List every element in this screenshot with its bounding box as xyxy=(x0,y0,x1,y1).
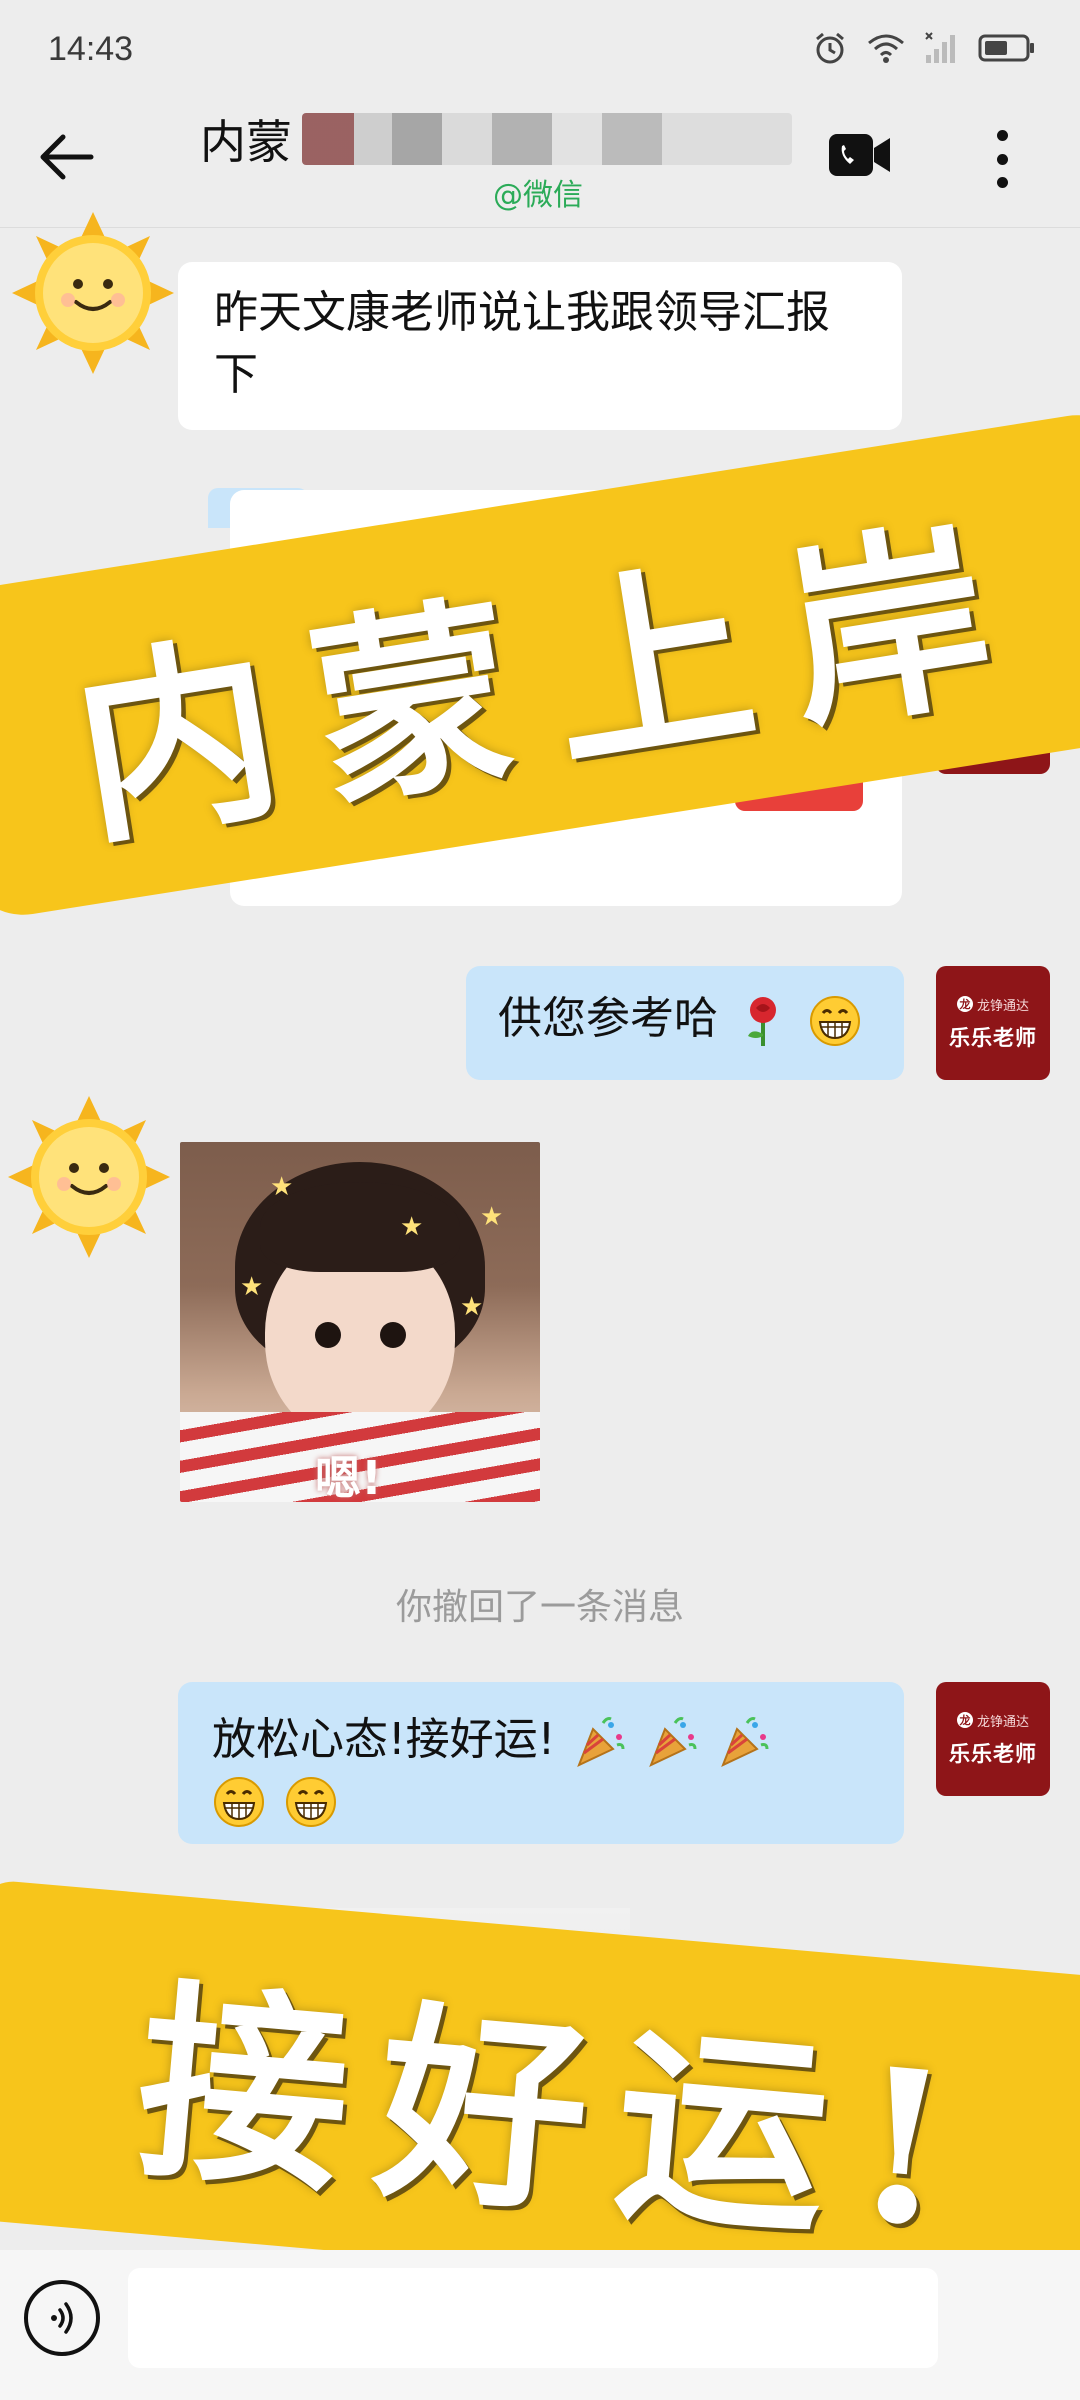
message-bubble-me[interactable]: 放松心态!接好运! xyxy=(178,1682,904,1844)
more-vertical-icon xyxy=(996,130,1008,141)
back-button[interactable] xyxy=(32,122,102,192)
party-popper-icon xyxy=(577,1717,625,1767)
voice-input-button[interactable] xyxy=(24,2280,100,2356)
more-dot xyxy=(996,177,1008,188)
star-icon: ★ xyxy=(400,1212,424,1242)
grin-icon xyxy=(214,1777,264,1827)
more-dot xyxy=(996,153,1008,165)
status-bar: 14:43 xyxy=(0,0,1080,100)
sticker-eye xyxy=(315,1322,341,1348)
message-text: 昨天文康老师说让我跟领导汇报下 xyxy=(214,287,830,400)
star-icon: ★ xyxy=(480,1202,504,1232)
party-popper-icon xyxy=(649,1717,697,1767)
avatar-logo-text: 龙铮通达 xyxy=(976,998,1029,1014)
sticker-eye xyxy=(380,1322,406,1348)
contact-avatar[interactable] xyxy=(4,1092,174,1262)
star-icon: ★ xyxy=(460,1292,484,1322)
battery-icon xyxy=(978,34,1034,62)
logo-icon: 龙 xyxy=(956,1712,973,1728)
message-text: 供您参考哈 xyxy=(498,993,718,1044)
video-call-button[interactable] xyxy=(828,130,892,180)
signal-icon xyxy=(925,32,955,63)
sticker-image[interactable]: ★ ★ ★ ★ ★ 嗯! xyxy=(180,1142,540,1502)
recall-notice: 你撤回了一条消息 xyxy=(395,1587,684,1628)
party-popper-icon xyxy=(721,1717,769,1767)
message-bubble-contact[interactable]: 昨天文康老师说让我跟领导汇报下 xyxy=(178,262,902,430)
grin-icon xyxy=(810,996,860,1046)
chat-title: 内蒙 xyxy=(200,106,792,172)
chat-title-text: 内蒙 xyxy=(200,115,292,169)
logo-icon: 龙 xyxy=(956,996,973,1012)
message-text: 放松心态!接好运! xyxy=(212,1714,556,1765)
my-avatar[interactable]: 龙 龙铮通达 乐乐老师 xyxy=(936,1682,1050,1796)
voice-icon xyxy=(51,2302,73,2334)
star-icon: ★ xyxy=(270,1172,294,1202)
avatar-logo-text: 龙铮通达 xyxy=(976,1714,1029,1730)
avatar-name: 乐乐老师 xyxy=(949,1025,1037,1050)
avatar-logo: 龙 龙铮通达 xyxy=(956,1711,1029,1730)
my-avatar[interactable]: 龙 龙铮通达 乐乐老师 xyxy=(936,966,1050,1080)
message-input[interactable] xyxy=(128,2268,938,2368)
banner-bottom-text: 接好运! xyxy=(128,1957,989,2278)
sun-face-icon xyxy=(12,212,174,374)
sticker-caption: 嗯! xyxy=(315,1451,382,1502)
sun-face-icon xyxy=(8,1096,170,1258)
status-time: 14:43 xyxy=(48,30,134,68)
back-arrow-icon xyxy=(40,134,94,180)
contact-avatar[interactable] xyxy=(8,208,178,378)
avatar-name: 乐乐老师 xyxy=(949,1741,1037,1766)
grin-icon xyxy=(286,1777,336,1827)
wifi-icon xyxy=(868,34,904,63)
redacted-name-block xyxy=(302,113,792,165)
message-bubble-me[interactable]: 供您参考哈 xyxy=(466,966,904,1080)
more-options-button[interactable] xyxy=(980,124,1024,194)
alarm-icon xyxy=(816,32,844,64)
video-call-icon xyxy=(829,134,890,176)
input-bar xyxy=(0,2250,1080,2400)
avatar-logo: 龙 龙铮通达 xyxy=(956,995,1029,1014)
star-icon: ★ xyxy=(240,1272,264,1302)
chat-subtitle: @微信 xyxy=(493,178,583,213)
rose-icon xyxy=(748,997,776,1046)
status-icons xyxy=(812,30,1036,66)
